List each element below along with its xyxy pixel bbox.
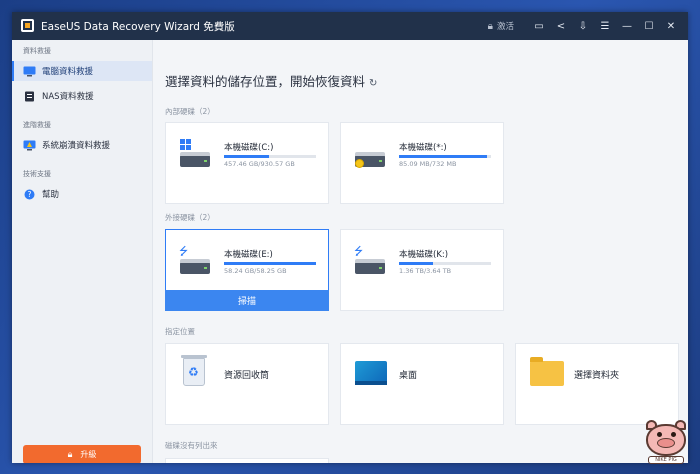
close-icon[interactable]: ✕ — [660, 12, 682, 40]
help-icon: ? — [23, 189, 36, 200]
sidebar-item-label: 系統崩潰資料救援 — [42, 141, 111, 151]
drive-name: 本機磁碟(K:) — [399, 250, 449, 260]
internal-drives-label: 內部硬碟（2） — [165, 107, 215, 116]
drive-usage-fill — [224, 262, 316, 265]
external-drives-label: 外接硬碟（2） — [165, 213, 215, 222]
refresh-icon[interactable]: ↻ — [369, 78, 377, 89]
app-logo-icon — [21, 19, 34, 32]
drive-card-k[interactable]: ⭍ 本機磁碟(K:) 1.36 TB/3.64 TB — [340, 229, 504, 311]
desktop-icon — [355, 361, 387, 385]
drive-usage-fill — [399, 155, 488, 158]
drive-usage-fill — [399, 262, 434, 265]
page-title: 選擇資料的儲存位置，開始恢復資料 ↻ — [165, 71, 377, 90]
drive-size: 85.09 MB/732 MB — [399, 160, 457, 168]
app-title: EaseUS Data Recovery Wizard 免費版 — [41, 21, 235, 33]
drive-name: 本機磁碟(*:) — [399, 143, 447, 153]
location-name: 資源回收筒 — [224, 371, 270, 381]
activate-label: 激活 — [496, 22, 514, 32]
feedback-icon[interactable]: ▭ — [528, 12, 550, 40]
drive-name: 本機磁碟(C:) — [224, 143, 274, 153]
system-crash-icon — [23, 140, 36, 151]
location-card-desktop[interactable]: 桌面 — [340, 343, 504, 425]
folder-icon — [530, 357, 564, 386]
drive-size: 457.46 GB/930.57 GB — [224, 160, 295, 168]
app-window: EaseUS Data Recovery Wizard 免費版 🔒︎ 激活 ▭ … — [12, 12, 688, 463]
location-card-folder[interactable]: 選擇資料夾 — [515, 343, 679, 425]
drive-card-c[interactable]: 本機磁碟(C:) 457.46 GB/930.57 GB — [165, 122, 329, 204]
sidebar-item-nas-recovery[interactable]: NAS資料救援 — [12, 86, 152, 106]
drive-card-e[interactable]: ⭍ 本機磁碟(E:) 58.24 GB/58.25 GB 掃描 — [165, 229, 329, 311]
drive-name: 本機磁碟(E:) — [224, 250, 273, 260]
drive-usage-bar — [224, 262, 316, 265]
sidebar-section-advanced: 進階救援 — [23, 121, 51, 129]
sidebar-item-label: 幫助 — [42, 190, 60, 200]
drive-usage-bar — [224, 155, 316, 158]
sidebar-item-pc-recovery[interactable]: 電腦資料救援 — [12, 61, 152, 81]
drive-card-star[interactable]: 本機磁碟(*:) 85.09 MB/732 MB — [340, 122, 504, 204]
recycle-bin-icon: ♻ — [181, 355, 207, 386]
location-card-recycle-bin[interactable]: ♻ 資源回收筒 — [165, 343, 329, 425]
main-panel: 選擇資料的儲存位置，開始恢復資料 ↻ 內部硬碟（2） 本機磁碟(C:) 457.4… — [154, 40, 688, 463]
sidebar-item-label: NAS資料救援 — [42, 92, 94, 102]
missing-disk-card[interactable] — [165, 458, 329, 463]
minimize-icon[interactable]: — — [616, 12, 638, 40]
specified-location-label: 指定位置 — [165, 327, 195, 336]
title-bar: EaseUS Data Recovery Wizard 免費版 🔒︎ 激活 ▭ … — [12, 12, 688, 40]
sidebar-item-help[interactable]: ? 幫助 — [12, 184, 152, 204]
drive-usage-bar — [399, 262, 491, 265]
monitor-icon — [23, 66, 36, 77]
missing-disk-label: 磁碟沒有列出來 — [165, 441, 218, 450]
scan-button[interactable]: 掃描 — [165, 290, 329, 311]
sidebar: 資料救援 電腦資料救援 NAS資料救援 進階救援 系統崩潰資料救援 技術支援 ?… — [12, 40, 153, 463]
upgrade-label: 升級 — [80, 450, 97, 459]
watermark-text: NIKE PIG — [648, 456, 684, 464]
sidebar-section-support: 技術支援 — [23, 170, 51, 178]
share-icon[interactable]: < — [550, 12, 572, 40]
activate-button[interactable]: 🔒︎ 激活 — [487, 20, 514, 33]
usb-drive-icon: ⭍ — [354, 245, 385, 276]
lock-icon: 🔒︎ — [487, 20, 493, 32]
lock-icon: 🔒︎ — [67, 449, 73, 460]
drive-size: 1.36 TB/3.64 TB — [399, 267, 452, 275]
export-icon[interactable]: ⇩ — [572, 12, 594, 40]
usb-drive-icon: ⭍ — [179, 245, 210, 276]
locked-drive-icon — [355, 145, 385, 169]
title-bar-controls: 🔒︎ 激活 ▭ < ⇩ ☰ — ☐ ✕ — [488, 12, 688, 40]
drive-usage-bar — [399, 155, 491, 158]
menu-icon[interactable]: ☰ — [594, 12, 616, 40]
svg-text:?: ? — [28, 190, 32, 199]
page-title-text: 選擇資料的儲存位置，開始恢復資料 — [165, 74, 366, 89]
sidebar-item-label: 電腦資料救援 — [42, 67, 94, 77]
nas-icon — [23, 91, 36, 102]
windows-drive-icon — [180, 139, 210, 169]
maximize-icon[interactable]: ☐ — [638, 12, 660, 40]
sidebar-section-recovery: 資料救援 — [23, 47, 51, 55]
upgrade-button[interactable]: 🔒︎ 升級 — [23, 445, 141, 463]
drive-size: 58.24 GB/58.25 GB — [224, 267, 287, 275]
drive-usage-fill — [224, 155, 270, 158]
location-name: 桌面 — [399, 371, 418, 381]
location-name: 選擇資料夾 — [574, 371, 620, 381]
sidebar-item-system-crash[interactable]: 系統崩潰資料救援 — [12, 135, 152, 155]
pig-mascot-icon: NIKE PIG — [640, 418, 692, 466]
